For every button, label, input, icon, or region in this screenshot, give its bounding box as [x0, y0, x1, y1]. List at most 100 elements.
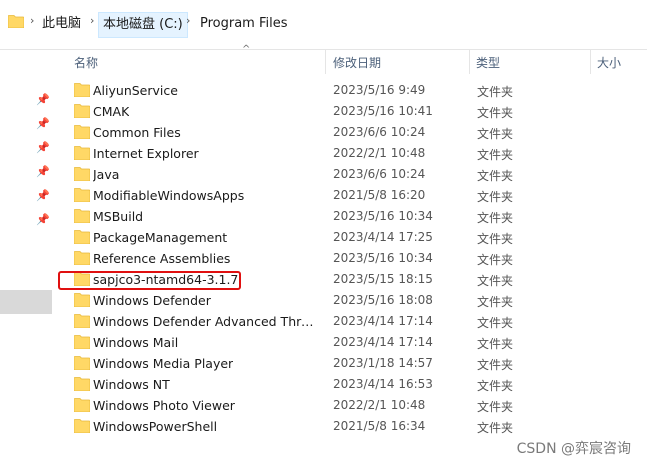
address-bar[interactable]: › 此电脑 › 本地磁盘 (C:) › Program Files [0, 0, 647, 50]
folder-icon [74, 377, 90, 391]
file-name[interactable]: Windows Photo Viewer [93, 398, 235, 413]
file-name[interactable]: Windows NT [93, 377, 170, 392]
pin-icon[interactable]: 📌 [36, 142, 50, 154]
file-type: 文件夹 [477, 190, 514, 204]
list-item[interactable]: Common Files 2023/6/6 10:24 文件夹 [52, 122, 647, 143]
pin-icon[interactable]: 📌 [36, 190, 50, 202]
file-date: 2021/5/8 16:34 [333, 419, 426, 433]
file-name[interactable]: Common Files [93, 125, 181, 140]
file-type: 文件夹 [477, 337, 514, 351]
file-date: 2023/5/16 9:49 [333, 83, 426, 97]
folder-icon [74, 125, 90, 139]
list-item[interactable]: WindowsPowerShell 2021/5/8 16:34 文件夹 [52, 416, 647, 437]
column-header-type[interactable]: 类型 [476, 54, 500, 71]
list-item[interactable]: Windows NT 2023/4/14 16:53 文件夹 [52, 374, 647, 395]
chevron-right-icon[interactable]: › [30, 14, 34, 27]
list-item[interactable]: CMAK 2023/5/16 10:41 文件夹 [52, 101, 647, 122]
file-name[interactable]: ModifiableWindowsApps [93, 188, 244, 203]
pin-icon[interactable]: 📌 [36, 166, 50, 178]
chevron-right-icon[interactable]: › [90, 14, 94, 27]
file-date: 2023/4/14 17:14 [333, 314, 433, 328]
file-name[interactable]: Windows Defender [93, 293, 211, 308]
file-date: 2022/2/1 10:48 [333, 146, 426, 160]
file-name[interactable]: PackageManagement [93, 230, 227, 245]
file-name[interactable]: Reference Assemblies [93, 251, 230, 266]
chevron-right-icon[interactable]: › [186, 14, 190, 27]
file-date: 2023/5/16 10:34 [333, 209, 433, 223]
folder-icon [74, 167, 90, 181]
nav-item-selected[interactable] [0, 290, 52, 314]
file-name[interactable]: WindowsPowerShell [93, 419, 217, 434]
file-name[interactable]: Internet Explorer [93, 146, 199, 161]
list-item[interactable]: Windows Photo Viewer 2022/2/1 10:48 文件夹 [52, 395, 647, 416]
list-item[interactable]: Windows Mail 2023/4/14 17:14 文件夹 [52, 332, 647, 353]
file-date: 2022/2/1 10:48 [333, 398, 426, 412]
file-type: 文件夹 [477, 253, 514, 267]
file-type: 文件夹 [477, 169, 514, 183]
list-item[interactable]: Java 2023/6/6 10:24 文件夹 [52, 164, 647, 185]
file-type: 文件夹 [477, 421, 514, 435]
navigation-pane: 📌 📌 📌 📌 📌 📌 [0, 50, 52, 466]
file-date: 2023/5/15 18:15 [333, 272, 433, 286]
column-divider[interactable] [590, 50, 591, 74]
breadcrumb-drive-c[interactable]: 本地磁盘 (C:) [98, 12, 188, 38]
file-name[interactable]: MSBuild [93, 209, 143, 224]
column-header-name[interactable]: 名称 [74, 54, 98, 71]
list-item[interactable]: MSBuild 2023/5/16 10:34 文件夹 [52, 206, 647, 227]
file-type: 文件夹 [477, 274, 514, 288]
breadcrumb-this-pc[interactable]: 此电脑 [38, 12, 85, 38]
file-name[interactable]: Java [93, 167, 119, 182]
file-name[interactable]: CMAK [93, 104, 129, 119]
breadcrumb-program-files[interactable]: Program Files [196, 12, 292, 38]
list-item[interactable]: Internet Explorer 2022/2/1 10:48 文件夹 [52, 143, 647, 164]
file-type: 文件夹 [477, 400, 514, 414]
file-date: 2023/6/6 10:24 [333, 125, 426, 139]
column-header-date[interactable]: 修改日期 [333, 54, 381, 71]
list-item[interactable]: Reference Assemblies 2023/5/16 10:34 文件夹 [52, 248, 647, 269]
file-date: 2023/5/16 10:34 [333, 251, 433, 265]
folder-icon [8, 15, 24, 28]
folder-icon [74, 230, 90, 244]
file-name[interactable]: AliyunService [93, 83, 178, 98]
file-type: 文件夹 [477, 358, 514, 372]
pin-icon[interactable]: 📌 [36, 214, 50, 226]
sort-up-icon: ^ [242, 44, 251, 55]
column-divider[interactable] [469, 50, 470, 74]
folder-icon [74, 398, 90, 412]
column-headers: ^ 名称 修改日期 类型 大小 [52, 44, 647, 74]
file-type: 文件夹 [477, 316, 514, 330]
folder-icon [74, 356, 90, 370]
pin-icon[interactable]: 📌 [36, 94, 50, 106]
file-name[interactable]: Windows Mail [93, 335, 178, 350]
file-type: 文件夹 [477, 211, 514, 225]
column-header-size[interactable]: 大小 [597, 54, 621, 71]
list-item[interactable]: Windows Defender 2023/5/16 18:08 文件夹 [52, 290, 647, 311]
list-item[interactable]: Windows Defender Advanced Threat ... 2023… [52, 311, 647, 332]
file-name[interactable]: Windows Defender Advanced Threat ... [93, 314, 321, 329]
highlight-box [58, 271, 241, 290]
file-name[interactable]: Windows Media Player [93, 356, 233, 371]
folder-icon [74, 83, 90, 97]
file-date: 2023/5/16 18:08 [333, 293, 433, 307]
file-date: 2023/4/14 17:25 [333, 230, 433, 244]
folder-icon [74, 293, 90, 307]
folder-icon [74, 209, 90, 223]
list-item[interactable]: ModifiableWindowsApps 2021/5/8 16:20 文件夹 [52, 185, 647, 206]
file-date: 2023/1/18 14:57 [333, 356, 433, 370]
folder-icon [74, 251, 90, 265]
list-item[interactable]: PackageManagement 2023/4/14 17:25 文件夹 [52, 227, 647, 248]
file-date: 2023/5/16 10:41 [333, 104, 433, 118]
watermark: CSDN @弈宸咨询 [516, 441, 631, 457]
list-item[interactable]: AliyunService 2023/5/16 9:49 文件夹 [52, 80, 647, 101]
file-date: 2021/5/8 16:20 [333, 188, 426, 202]
column-divider[interactable] [325, 50, 326, 74]
pin-icon[interactable]: 📌 [36, 118, 50, 130]
file-date: 2023/4/14 17:14 [333, 335, 433, 349]
file-date: 2023/6/6 10:24 [333, 167, 426, 181]
file-type: 文件夹 [477, 148, 514, 162]
file-type: 文件夹 [477, 106, 514, 120]
folder-icon [74, 419, 90, 433]
file-type: 文件夹 [477, 379, 514, 393]
folder-icon [74, 188, 90, 202]
list-item[interactable]: Windows Media Player 2023/1/18 14:57 文件夹 [52, 353, 647, 374]
